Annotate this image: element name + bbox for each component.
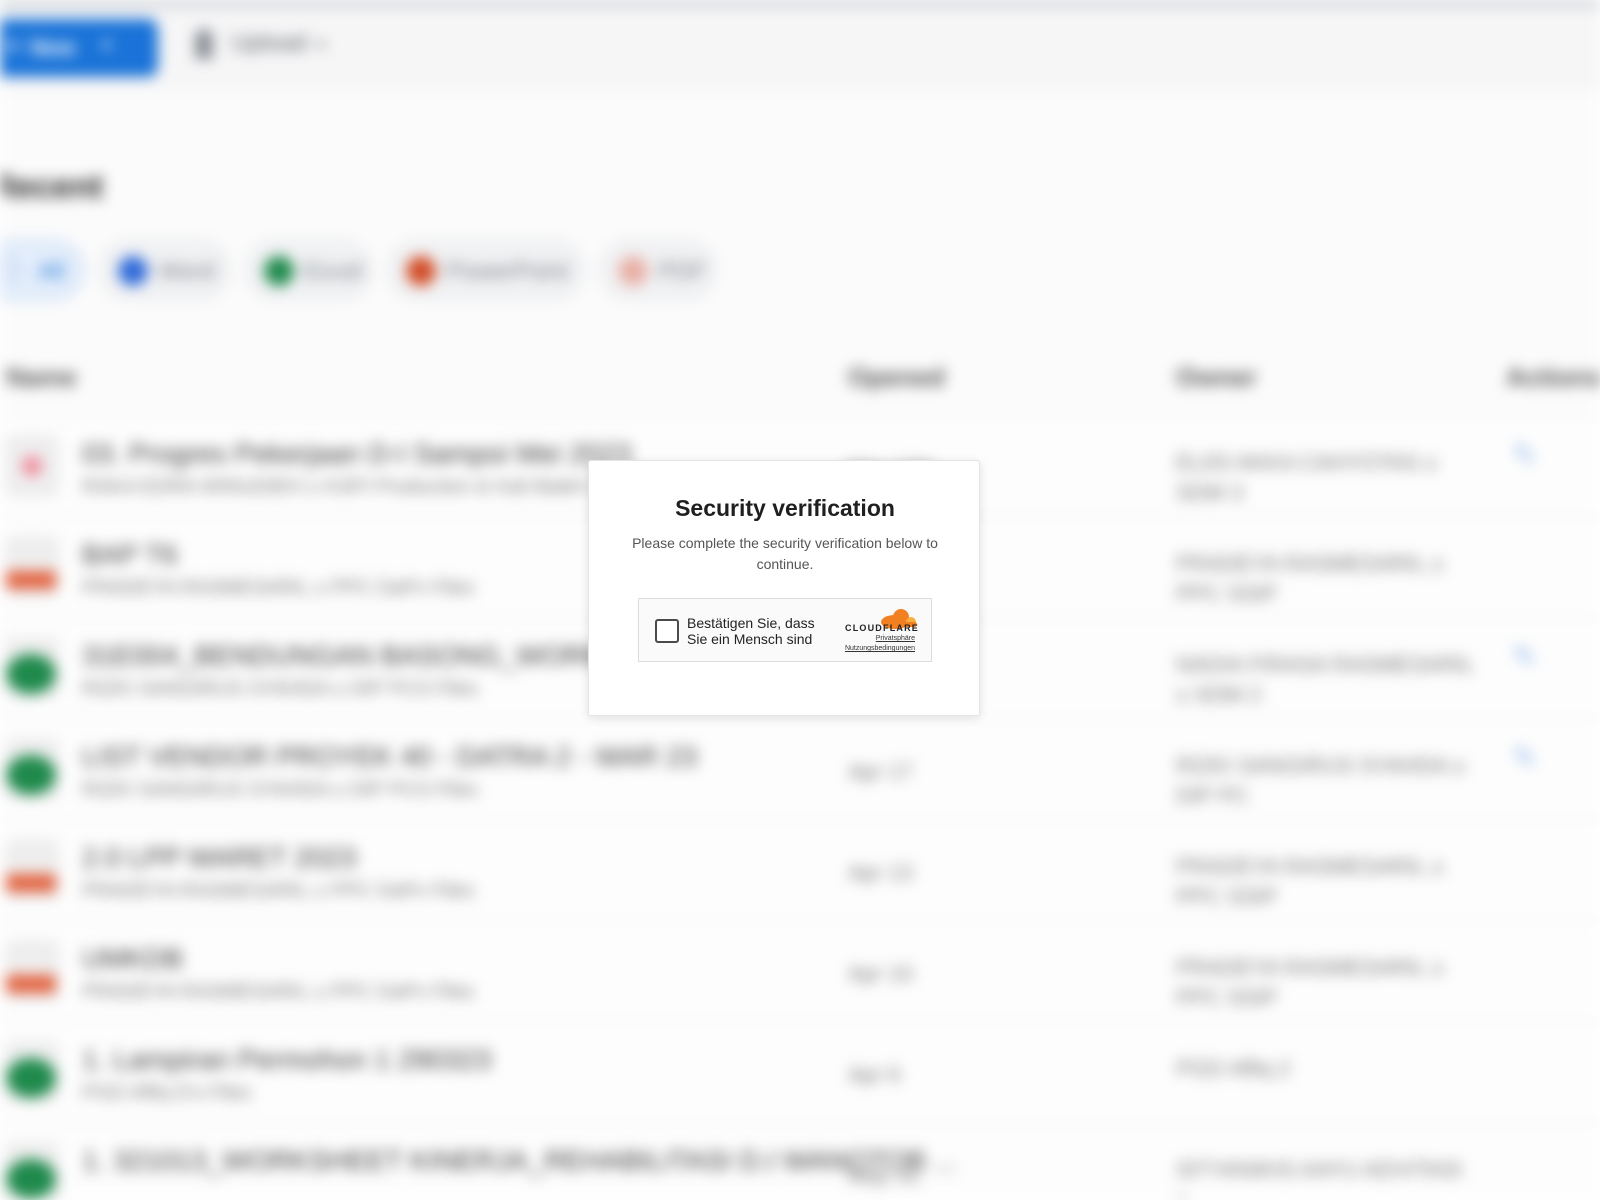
table-row[interactable]: LIST VENDOR PROYEK 40 - DATRA 2 - MAR 23…: [0, 719, 1600, 820]
opened-date: May 31: [848, 1163, 921, 1188]
opened-date: Apr 17: [848, 759, 913, 784]
pdf-file-icon: [6, 436, 58, 496]
terms-link[interactable]: Nutzungsbedingungen: [845, 645, 915, 652]
file-location: RIZKI SANGIRUS SYAHDA ≥ DIP PCS Files: [82, 678, 478, 700]
ppt-file-icon: [6, 941, 58, 1001]
file-owner: RIZKI SANGIRUS SYAHDA ≥ DIP PC: [1176, 753, 1466, 808]
file-location: PRADEYA RASMESARIL ≥ PPC DaPx Files: [82, 880, 475, 902]
excel-icon: [264, 256, 294, 286]
excel-file-icon: [6, 1143, 58, 1200]
excel-file-icon: [6, 1042, 58, 1102]
column-header-opened[interactable]: Opened: [848, 362, 945, 393]
table-row[interactable]: 2.0 LPP MARET 2023 PRADEYA RASMESARIL ≥ P…: [0, 820, 1600, 921]
file-location: PRADEYA RASMESARIL ≥ PPC DaPx Files: [82, 577, 475, 599]
table-header: Name Opened Owner Actions: [0, 340, 1600, 416]
pdf-icon: [618, 256, 648, 286]
plus-icon: +: [6, 33, 21, 60]
edit-pencil-icon[interactable]: ✎: [1512, 640, 1546, 674]
table-row[interactable]: 1. 321013_WORKSHEET KINERJA_REHABILITASI…: [0, 1123, 1600, 1200]
dialog-title: Security verification: [675, 495, 895, 521]
file-owner: PRADEYA RASMESARIL ≥ PPC SSIP: [1176, 551, 1444, 606]
file-owner: PRADEYA RASMESARIL ≥ PPC SSIP: [1176, 955, 1444, 1010]
cloudflare-logo-text: CLOUDFLARE: [845, 623, 919, 633]
new-button[interactable]: + New ▾: [0, 19, 158, 77]
captcha-widget: Bestätigen Sie, dass Sie ein Mensch sind…: [638, 598, 932, 662]
file-location: PRADEYA RASMESARIL ≥ PPC DaPx Files: [82, 981, 475, 1003]
excel-file-icon: [6, 638, 58, 698]
opened-date: Apr 6: [848, 1062, 901, 1087]
file-location: PGD Affiq D's Files: [82, 1082, 252, 1104]
ppt-file-icon: [6, 840, 58, 900]
security-verification-dialog: Security verification Please complete th…: [588, 460, 980, 716]
file-name: UMKDB: [82, 943, 184, 974]
column-header-name[interactable]: Name: [6, 362, 77, 393]
file-name: 1. Lampiran Permohon 1 290323: [82, 1044, 492, 1075]
file-owner: PRADEYA RASMESARIL ≥ PPC SSIP: [1176, 854, 1444, 909]
file-location: RIZKI SANGIRUS SYAHDA ≥ DIP PCS Files: [82, 779, 478, 801]
file-name: 03. Progres Pekerjaan D-I Sampoi Mei 202…: [82, 438, 632, 469]
excel-file-icon: [6, 739, 58, 799]
opened-date: Apr 13: [848, 860, 913, 885]
file-name: 1. 321013_WORKSHEET KINERJA_REHABILITASI…: [82, 1145, 958, 1176]
file-name: BAP T6: [82, 539, 178, 570]
filter-chip-pdf[interactable]: PDF: [600, 240, 716, 300]
chevron-down-icon: ▾: [102, 35, 112, 55]
word-icon: [118, 256, 148, 286]
filter-chip-word[interactable]: Word: [100, 240, 230, 300]
file-owner: ELIDI AKKA CAHYOTAS ≥ SDM 3: [1176, 450, 1438, 505]
opened-date: Apr 10: [848, 961, 913, 986]
dialog-description: Please complete the security verificatio…: [632, 535, 938, 572]
column-header-owner[interactable]: Owner: [1176, 362, 1257, 393]
upload-icon: [195, 29, 213, 59]
table-row[interactable]: UMKDB PRADEYA RASMESARIL ≥ PPC DaPx Files…: [0, 921, 1600, 1022]
file-owner: NADIA FIRASA RASMESARIL ≥ SDM 2: [1176, 652, 1474, 707]
powerpoint-icon: [406, 256, 436, 286]
human-verification-checkbox[interactable]: [655, 619, 679, 643]
chevron-down-icon: ▾: [317, 37, 326, 55]
file-owner: SITYANIKIS AAYU ADVITASI ≥: [1176, 1157, 1463, 1200]
filter-chip-powerpoint[interactable]: PowerPoint: [388, 240, 584, 300]
browser-top-strip: [0, 0, 1600, 7]
file-name: 2.0 LPP MARET 2023: [82, 842, 357, 873]
grid-icon: [0, 259, 20, 281]
upload-button[interactable]: Upload ▾: [195, 29, 325, 59]
filter-chip-all[interactable]: All: [0, 240, 84, 300]
edit-pencil-icon[interactable]: ✎: [1512, 741, 1546, 775]
column-header-actions: Actions: [1506, 362, 1600, 392]
edit-pencil-icon[interactable]: ✎: [1512, 438, 1546, 472]
table-row[interactable]: 1. Lampiran Permohon 1 290323 PGD Affiq D…: [0, 1022, 1600, 1123]
privacy-link[interactable]: Privatsphäre: [876, 635, 915, 642]
filter-chip-excel[interactable]: Excel: [246, 240, 372, 300]
file-owner: PGD Affiq 2: [1176, 1056, 1291, 1081]
toolbar: + New ▾ Upload ▾: [0, 7, 1600, 89]
checkbox-label: Bestätigen Sie, dass Sie ein Mensch sind: [687, 615, 815, 647]
section-title: Recent: [0, 168, 104, 206]
file-name: LIST VENDOR PROYEK 40 - DATRA 2 - MAR 23: [82, 741, 698, 772]
new-button-label: New: [30, 35, 76, 60]
ppt-file-icon: [6, 537, 58, 597]
upload-label: Upload: [231, 29, 308, 57]
